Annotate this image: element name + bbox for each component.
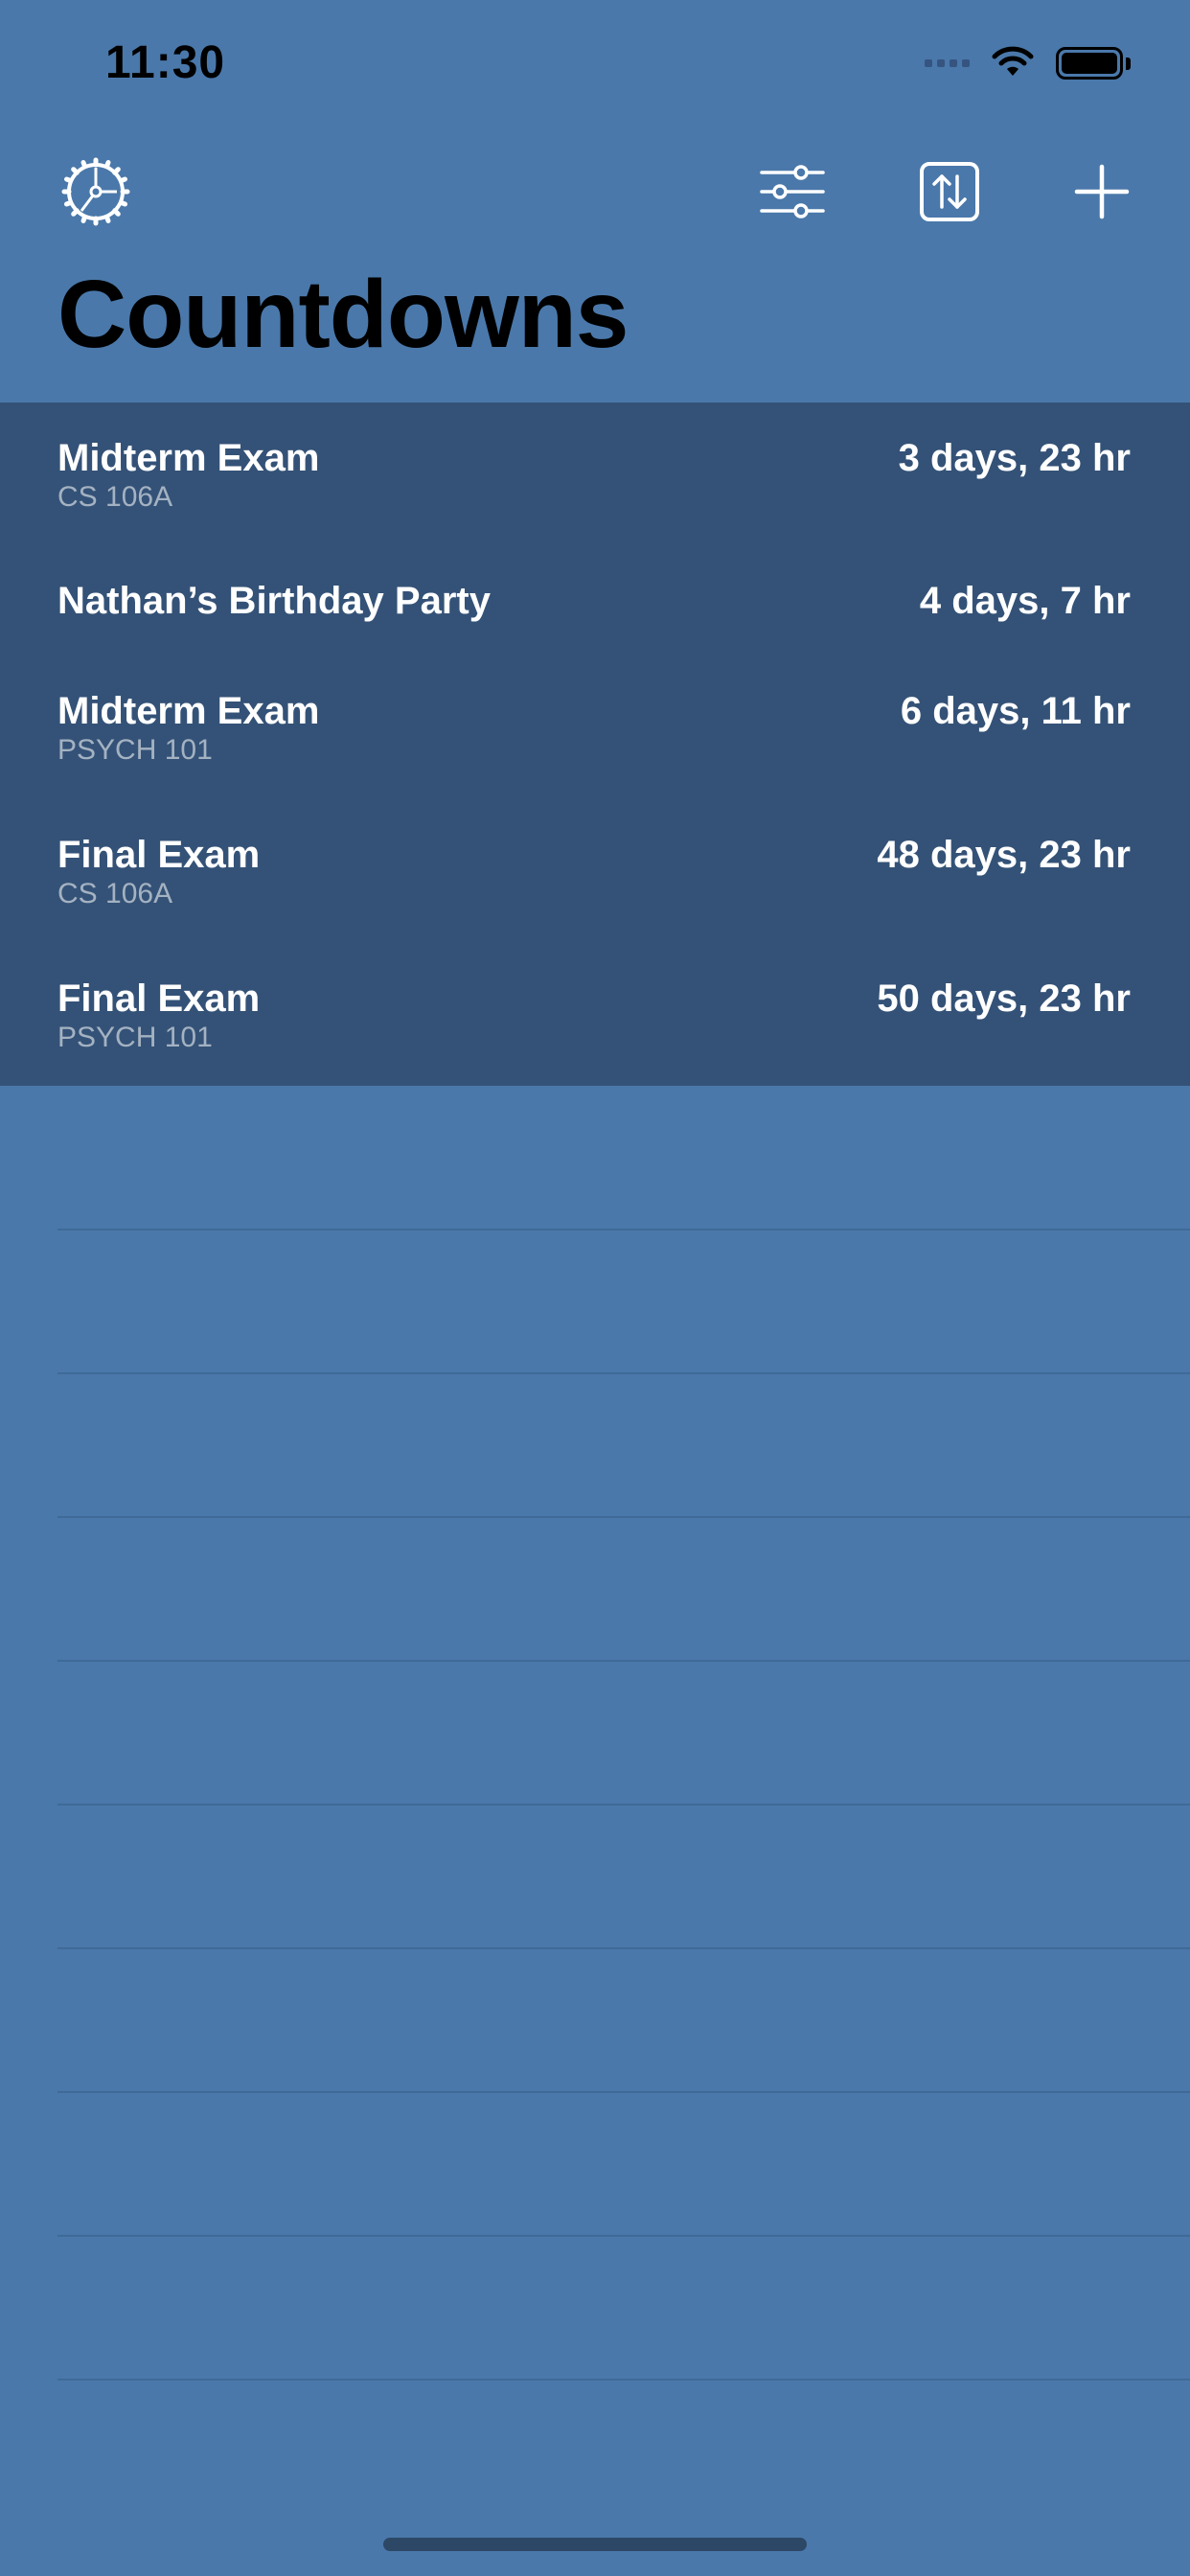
countdown-remaining: 6 days, 11 hr	[900, 690, 1131, 732]
countdown-title: Midterm Exam	[57, 437, 320, 479]
row-separator	[57, 1947, 1190, 1949]
toolbar	[0, 144, 1190, 240]
plus-icon	[1074, 164, 1130, 219]
sliders-icon	[760, 165, 825, 218]
countdown-row[interactable]: Final Exam PSYCH 101 50 days, 23 hr	[0, 943, 1190, 1087]
row-separator	[57, 1516, 1190, 1518]
row-separator	[57, 2235, 1190, 2237]
countdown-subtitle: PSYCH 101	[57, 1022, 213, 1053]
page-title: Countdowns	[57, 261, 629, 368]
countdown-subtitle: CS 106A	[57, 481, 173, 513]
row-separator	[57, 1804, 1190, 1806]
row-separator	[57, 2379, 1190, 2380]
row-separator	[57, 2091, 1190, 2093]
battery-cap	[1126, 57, 1131, 70]
status-icons	[925, 44, 1131, 82]
countdown-subtitle: CS 106A	[57, 878, 173, 909]
countdown-remaining: 50 days, 23 hr	[877, 978, 1131, 1020]
sort-arrows-icon	[920, 162, 979, 221]
battery-icon	[1056, 47, 1123, 80]
countdown-row[interactable]: Midterm Exam CS 106A 3 days, 23 hr	[0, 402, 1190, 546]
countdown-title: Nathan’s Birthday Party	[57, 580, 491, 622]
row-separator	[57, 1372, 1190, 1374]
countdown-subtitle: PSYCH 101	[57, 734, 213, 766]
countdown-list: Midterm Exam CS 106A 3 days, 23 hr Natha…	[0, 402, 1190, 1086]
countdown-row[interactable]: Final Exam CS 106A 48 days, 23 hr	[0, 799, 1190, 943]
countdown-remaining: 3 days, 23 hr	[898, 437, 1131, 479]
row-separator	[57, 1660, 1190, 1662]
countdown-title: Final Exam	[57, 978, 261, 1020]
signal-icon	[925, 59, 970, 67]
gear-icon	[61, 157, 130, 226]
status-bar: 11:30	[0, 0, 1190, 134]
countdown-title: Midterm Exam	[57, 690, 320, 732]
countdown-title: Final Exam	[57, 834, 261, 876]
countdown-row[interactable]: Midterm Exam PSYCH 101 6 days, 11 hr	[0, 656, 1190, 799]
sort-button[interactable]	[911, 153, 988, 230]
status-time: 11:30	[105, 37, 226, 88]
wifi-icon	[991, 45, 1035, 82]
row-separator	[57, 1229, 1190, 1230]
countdown-remaining: 48 days, 23 hr	[877, 834, 1131, 876]
add-button[interactable]	[1064, 153, 1140, 230]
filter-button[interactable]	[754, 153, 831, 230]
settings-button[interactable]	[57, 153, 134, 230]
countdown-remaining: 4 days, 7 hr	[919, 580, 1131, 622]
home-indicator[interactable]	[383, 2538, 807, 2551]
